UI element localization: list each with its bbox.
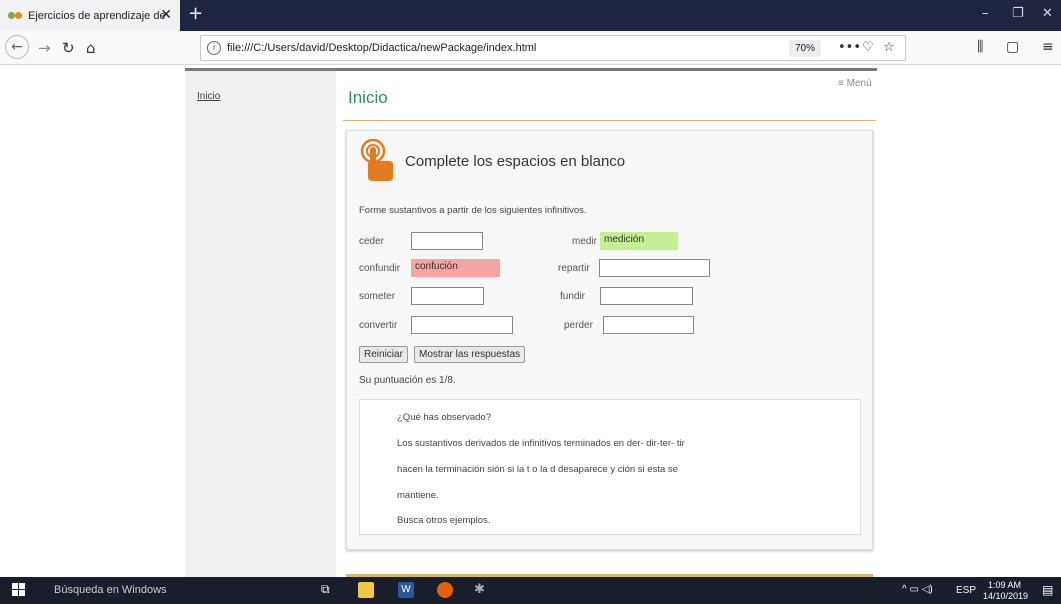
- exercise-instruction: Forme sustantivos a partir de los siguie…: [359, 205, 587, 216]
- reload-icon[interactable]: ↻: [62, 39, 75, 57]
- sidebar-toggle-icon[interactable]: ▢: [1006, 39, 1019, 55]
- minimize-icon[interactable]: –: [982, 6, 989, 21]
- title-divider: [343, 120, 876, 121]
- exercise-title: Complete los espacios en blanco: [405, 153, 626, 170]
- sidebar-link-inicio[interactable]: Inicio: [197, 91, 220, 102]
- field-label-repartir: repartir: [558, 263, 590, 274]
- url-text[interactable]: file:///C:/Users/david/Desktop/Didactica…: [227, 42, 536, 54]
- app-icon[interactable]: ✱: [474, 582, 490, 598]
- field-input-confundir[interactable]: confución: [411, 259, 500, 277]
- clock-date[interactable]: 14/10/2019: [983, 591, 1028, 601]
- feedback-box: ¿Qué has observado? Los sustantivos deri…: [359, 399, 861, 535]
- field-label-convertir: convertir: [359, 320, 398, 331]
- field-label-someter: someter: [359, 291, 396, 302]
- field-input-convertir[interactable]: [411, 316, 513, 334]
- field-input-medir[interactable]: medición: [600, 232, 678, 250]
- field-input-someter[interactable]: [411, 287, 484, 305]
- reset-button[interactable]: Reiniciar: [359, 346, 408, 363]
- tab-title: Ejercicios de aprendizaje de Esp: [28, 9, 168, 22]
- feedback-line: hacen la terminación sión si la t o la d…: [397, 464, 678, 475]
- page-actions-icon[interactable]: •••: [838, 40, 861, 55]
- task-view-icon[interactable]: ⧉: [321, 582, 337, 598]
- feedback-line: mantiene.: [397, 490, 439, 501]
- feedback-line: Busca otros ejemplos.: [397, 515, 491, 526]
- new-tab-button[interactable]: +: [188, 3, 203, 24]
- field-label-confundir: confundir: [359, 263, 401, 274]
- firefox-icon[interactable]: [437, 582, 453, 598]
- home-icon[interactable]: ⌂: [86, 39, 96, 57]
- field-input-repartir[interactable]: [599, 259, 710, 277]
- library-icon[interactable]: ⫼: [977, 39, 983, 55]
- field-input-fundir[interactable]: [600, 287, 693, 305]
- menu-button[interactable]: ≡ Menú: [838, 78, 872, 89]
- taskbar-search[interactable]: Búsqueda en Windows: [38, 577, 298, 604]
- word-icon[interactable]: W: [398, 582, 414, 598]
- field-input-perder[interactable]: [603, 316, 694, 334]
- url-bar[interactable]: i file:///C:/Users/david/Desktop/Didacti…: [200, 35, 906, 61]
- show-answers-button[interactable]: Mostrar las respuestas: [414, 346, 526, 363]
- pocket-icon[interactable]: ♡: [862, 40, 874, 55]
- restore-icon[interactable]: ❐: [1012, 6, 1024, 21]
- browser-tab[interactable]: Ejercicios de aprendizaje de Esp ✕: [0, 0, 180, 31]
- feedback-line: Los sustantivos derivados de infinitivos…: [397, 438, 685, 449]
- info-icon[interactable]: i: [207, 41, 221, 55]
- zoom-badge[interactable]: 70%: [789, 40, 822, 57]
- forward-icon[interactable]: →: [38, 39, 51, 57]
- exercise-card: Complete los espacios en blanco Forme su…: [346, 130, 873, 550]
- feedback-line: ¿Qué has observado?: [397, 412, 492, 423]
- close-window-icon[interactable]: ✕: [1042, 6, 1053, 21]
- notifications-icon[interactable]: ▤: [1042, 583, 1053, 597]
- score-text: Su puntuación es 1/8.: [359, 375, 456, 386]
- bookmark-star-icon[interactable]: ☆: [883, 40, 895, 55]
- language-indicator[interactable]: ESP: [956, 585, 976, 596]
- field-input-ceder[interactable]: [411, 232, 483, 250]
- field-label-ceder: ceder: [359, 236, 385, 247]
- page-title: Inicio: [348, 88, 388, 107]
- close-tab-icon[interactable]: ✕: [160, 7, 172, 23]
- field-label-perder: perder: [564, 320, 593, 331]
- hamburger-menu-icon[interactable]: ≡: [1042, 39, 1054, 55]
- field-label-medir: medir: [572, 236, 598, 247]
- file-explorer-icon[interactable]: [358, 582, 374, 598]
- page-sidebar: Inicio: [185, 71, 336, 577]
- windows-start-icon[interactable]: [12, 583, 26, 597]
- pointing-hand-icon: [360, 139, 393, 181]
- tray-icons[interactable]: ^ ▭ ◁): [902, 584, 933, 595]
- web-page: Inicio ≡ Menú Inicio Complete los espaci…: [0, 66, 1061, 577]
- field-label-fundir: fundir: [560, 291, 586, 302]
- windows-taskbar: Búsqueda en Windows ⧉ W ✱ ^ ▭ ◁) ESP 1:0…: [0, 577, 1061, 604]
- favicon-icon: [8, 9, 22, 23]
- browser-tab-bar: Ejercicios de aprendizaje de Esp ✕ + – ❐…: [0, 0, 1061, 31]
- navigation-bar: ← → ↻ ⌂ i file:///C:/Users/david/Desktop…: [0, 31, 1061, 65]
- clock-time[interactable]: 1:09 AM: [988, 580, 1021, 590]
- back-icon[interactable]: ←: [5, 35, 29, 59]
